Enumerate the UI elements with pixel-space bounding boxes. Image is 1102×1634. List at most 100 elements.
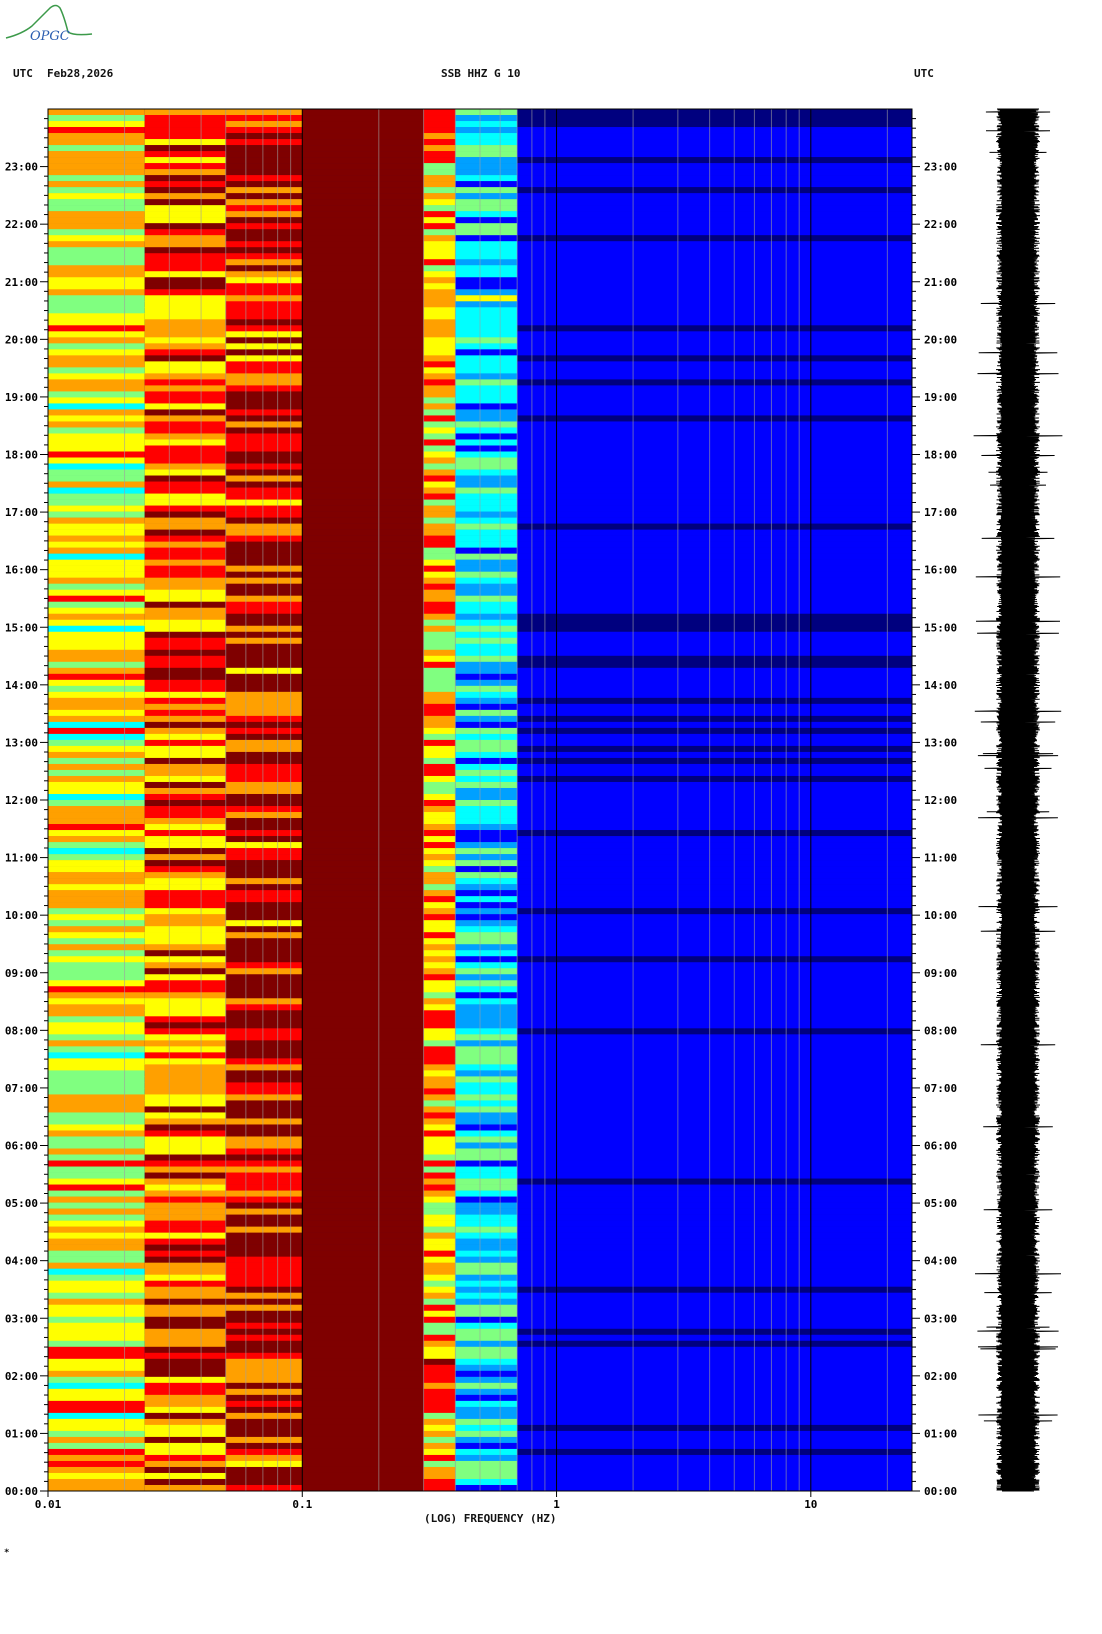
spectrogram-band-0: [48, 1148, 145, 1155]
spectrogram-band-6: [517, 1034, 912, 1041]
spectrogram-band-6: [517, 1400, 912, 1408]
spectrogram-band-5: [455, 1430, 518, 1438]
spectrogram-band-3: [302, 1304, 424, 1312]
spectrogram-band-0: [48, 709, 145, 717]
spectrogram-band-4: [423, 769, 456, 777]
spectrogram-band-1: [144, 1244, 226, 1251]
spectrogram-band-0: [48, 577, 145, 584]
spectrogram-band-3: [302, 1202, 424, 1209]
spectrogram-band-1: [144, 1214, 226, 1221]
spectrogram-band-4: [423, 1406, 456, 1414]
spectrogram-band-6: [517, 1406, 912, 1414]
spectrogram-band-5: [455, 451, 518, 458]
spectrogram-band-5: [455, 806, 518, 813]
spectrogram-band-5: [455, 1442, 518, 1450]
spectrogram-band-1: [144, 1346, 226, 1354]
y-tick-label-left: 04:00: [5, 1255, 38, 1268]
spectrogram-band-1: [144, 1022, 226, 1029]
spectrogram-band-0: [48, 733, 145, 741]
spectrogram-band-6: [517, 145, 912, 152]
spectrogram-band-4: [423, 703, 456, 711]
spectrogram-band-4: [423, 1304, 456, 1312]
spectrogram-band-6: [517, 812, 912, 819]
spectrogram-band-4: [423, 1040, 456, 1047]
spectrogram-band-4: [423, 385, 456, 392]
spectrogram-band-6: [517, 583, 912, 590]
spectrogram-band-1: [144, 842, 226, 849]
spectrogram-band-5: [455, 469, 518, 476]
spectrogram-band-6: [517, 349, 912, 356]
spectrogram-band-5: [455, 1322, 518, 1330]
spectrogram-band-3: [302, 1400, 424, 1408]
spectrogram-band-3: [302, 589, 424, 597]
spectrogram-band-3: [302, 1136, 424, 1143]
spectrogram-band-6: [517, 781, 912, 789]
spectrogram-band-6: [517, 223, 912, 230]
spectrogram-band-1: [144, 517, 226, 524]
spectrogram-band-3: [302, 1370, 424, 1378]
spectrogram-band-6: [517, 439, 912, 446]
spectrogram-band-3: [302, 775, 424, 783]
spectrogram-band-3: [302, 1298, 424, 1306]
spectrogram-band-1: [144, 385, 226, 392]
spectrogram-band-6: [517, 733, 912, 741]
spectrogram-band-0: [48, 535, 145, 542]
spectrogram-band-5: [455, 457, 518, 464]
spectrogram-band-3: [302, 1424, 424, 1432]
spectrogram-band-5: [455, 283, 518, 290]
spectrogram-band-0: [48, 133, 145, 140]
spectrogram-band-0: [48, 355, 145, 362]
spectrogram-band-1: [144, 1472, 226, 1480]
spectrogram-band-3: [302, 439, 424, 446]
spectrogram-band-6: [517, 854, 912, 861]
spectrogram-band-1: [144, 1322, 226, 1330]
spectrogram-band-3: [302, 866, 424, 873]
spectrogram-band-6: [517, 319, 912, 326]
spectrogram-band-4: [423, 1310, 456, 1318]
spectrogram-band-3: [302, 1124, 424, 1131]
spectrogram-band-5: [455, 151, 518, 158]
spectrogram-band-1: [144, 499, 226, 506]
spectrogram-band-0: [48, 1100, 145, 1107]
spectrogram-band-1: [144, 1190, 226, 1197]
spectrogram-band-6: [517, 1466, 912, 1474]
spectrogram-band-6: [517, 229, 912, 236]
spectrogram-band-6: [517, 517, 912, 524]
spectrogram-band-3: [302, 914, 424, 921]
spectrogram-band-0: [48, 457, 145, 464]
spectrogram-band-6: [517, 1178, 912, 1185]
spectrogram-band-6: [517, 721, 912, 729]
y-tick-label-right: 19:00: [924, 391, 957, 404]
spectrogram-band-5: [455, 769, 518, 777]
spectrogram-band-1: [144, 277, 226, 284]
spectrogram-band-6: [517, 1022, 912, 1029]
y-tick-label-left: 22:00: [5, 218, 38, 231]
spectrogram-band-5: [455, 211, 518, 218]
spectrogram-band-0: [48, 277, 145, 284]
spectrogram-band-4: [423, 151, 456, 158]
spectrogram-band-3: [302, 631, 424, 639]
spectrogram-band-4: [423, 313, 456, 320]
spectrogram-band-1: [144, 343, 226, 350]
spectrogram-band-5: [455, 481, 518, 488]
spectrogram-band-3: [302, 709, 424, 717]
spectrogram-band-3: [302, 842, 424, 849]
spectrogram-band-5: [455, 307, 518, 314]
spectrogram-band-3: [302, 1004, 424, 1011]
spectrogram-band-0: [48, 1034, 145, 1041]
spectrogram-band-0: [48, 1244, 145, 1251]
spectrogram-band-3: [302, 733, 424, 741]
spectrogram-band-0: [48, 487, 145, 494]
spectrogram-band-0: [48, 1232, 145, 1239]
spectrogram-band-3: [302, 992, 424, 999]
spectrogram-band-4: [423, 1028, 456, 1035]
spectrogram-band-0: [48, 391, 145, 398]
y-tick-label-left: 14:00: [5, 679, 38, 692]
y-tick-label-right: 10:00: [924, 909, 957, 922]
spectrogram-band-5: [455, 1160, 518, 1167]
spectrogram-band-4: [423, 397, 456, 404]
spectrogram-band-1: [144, 1268, 226, 1275]
spectrogram-band-4: [423, 1286, 456, 1294]
spectrogram-band-5: [455, 1328, 518, 1336]
spectrogram-band-5: [455, 1358, 518, 1366]
